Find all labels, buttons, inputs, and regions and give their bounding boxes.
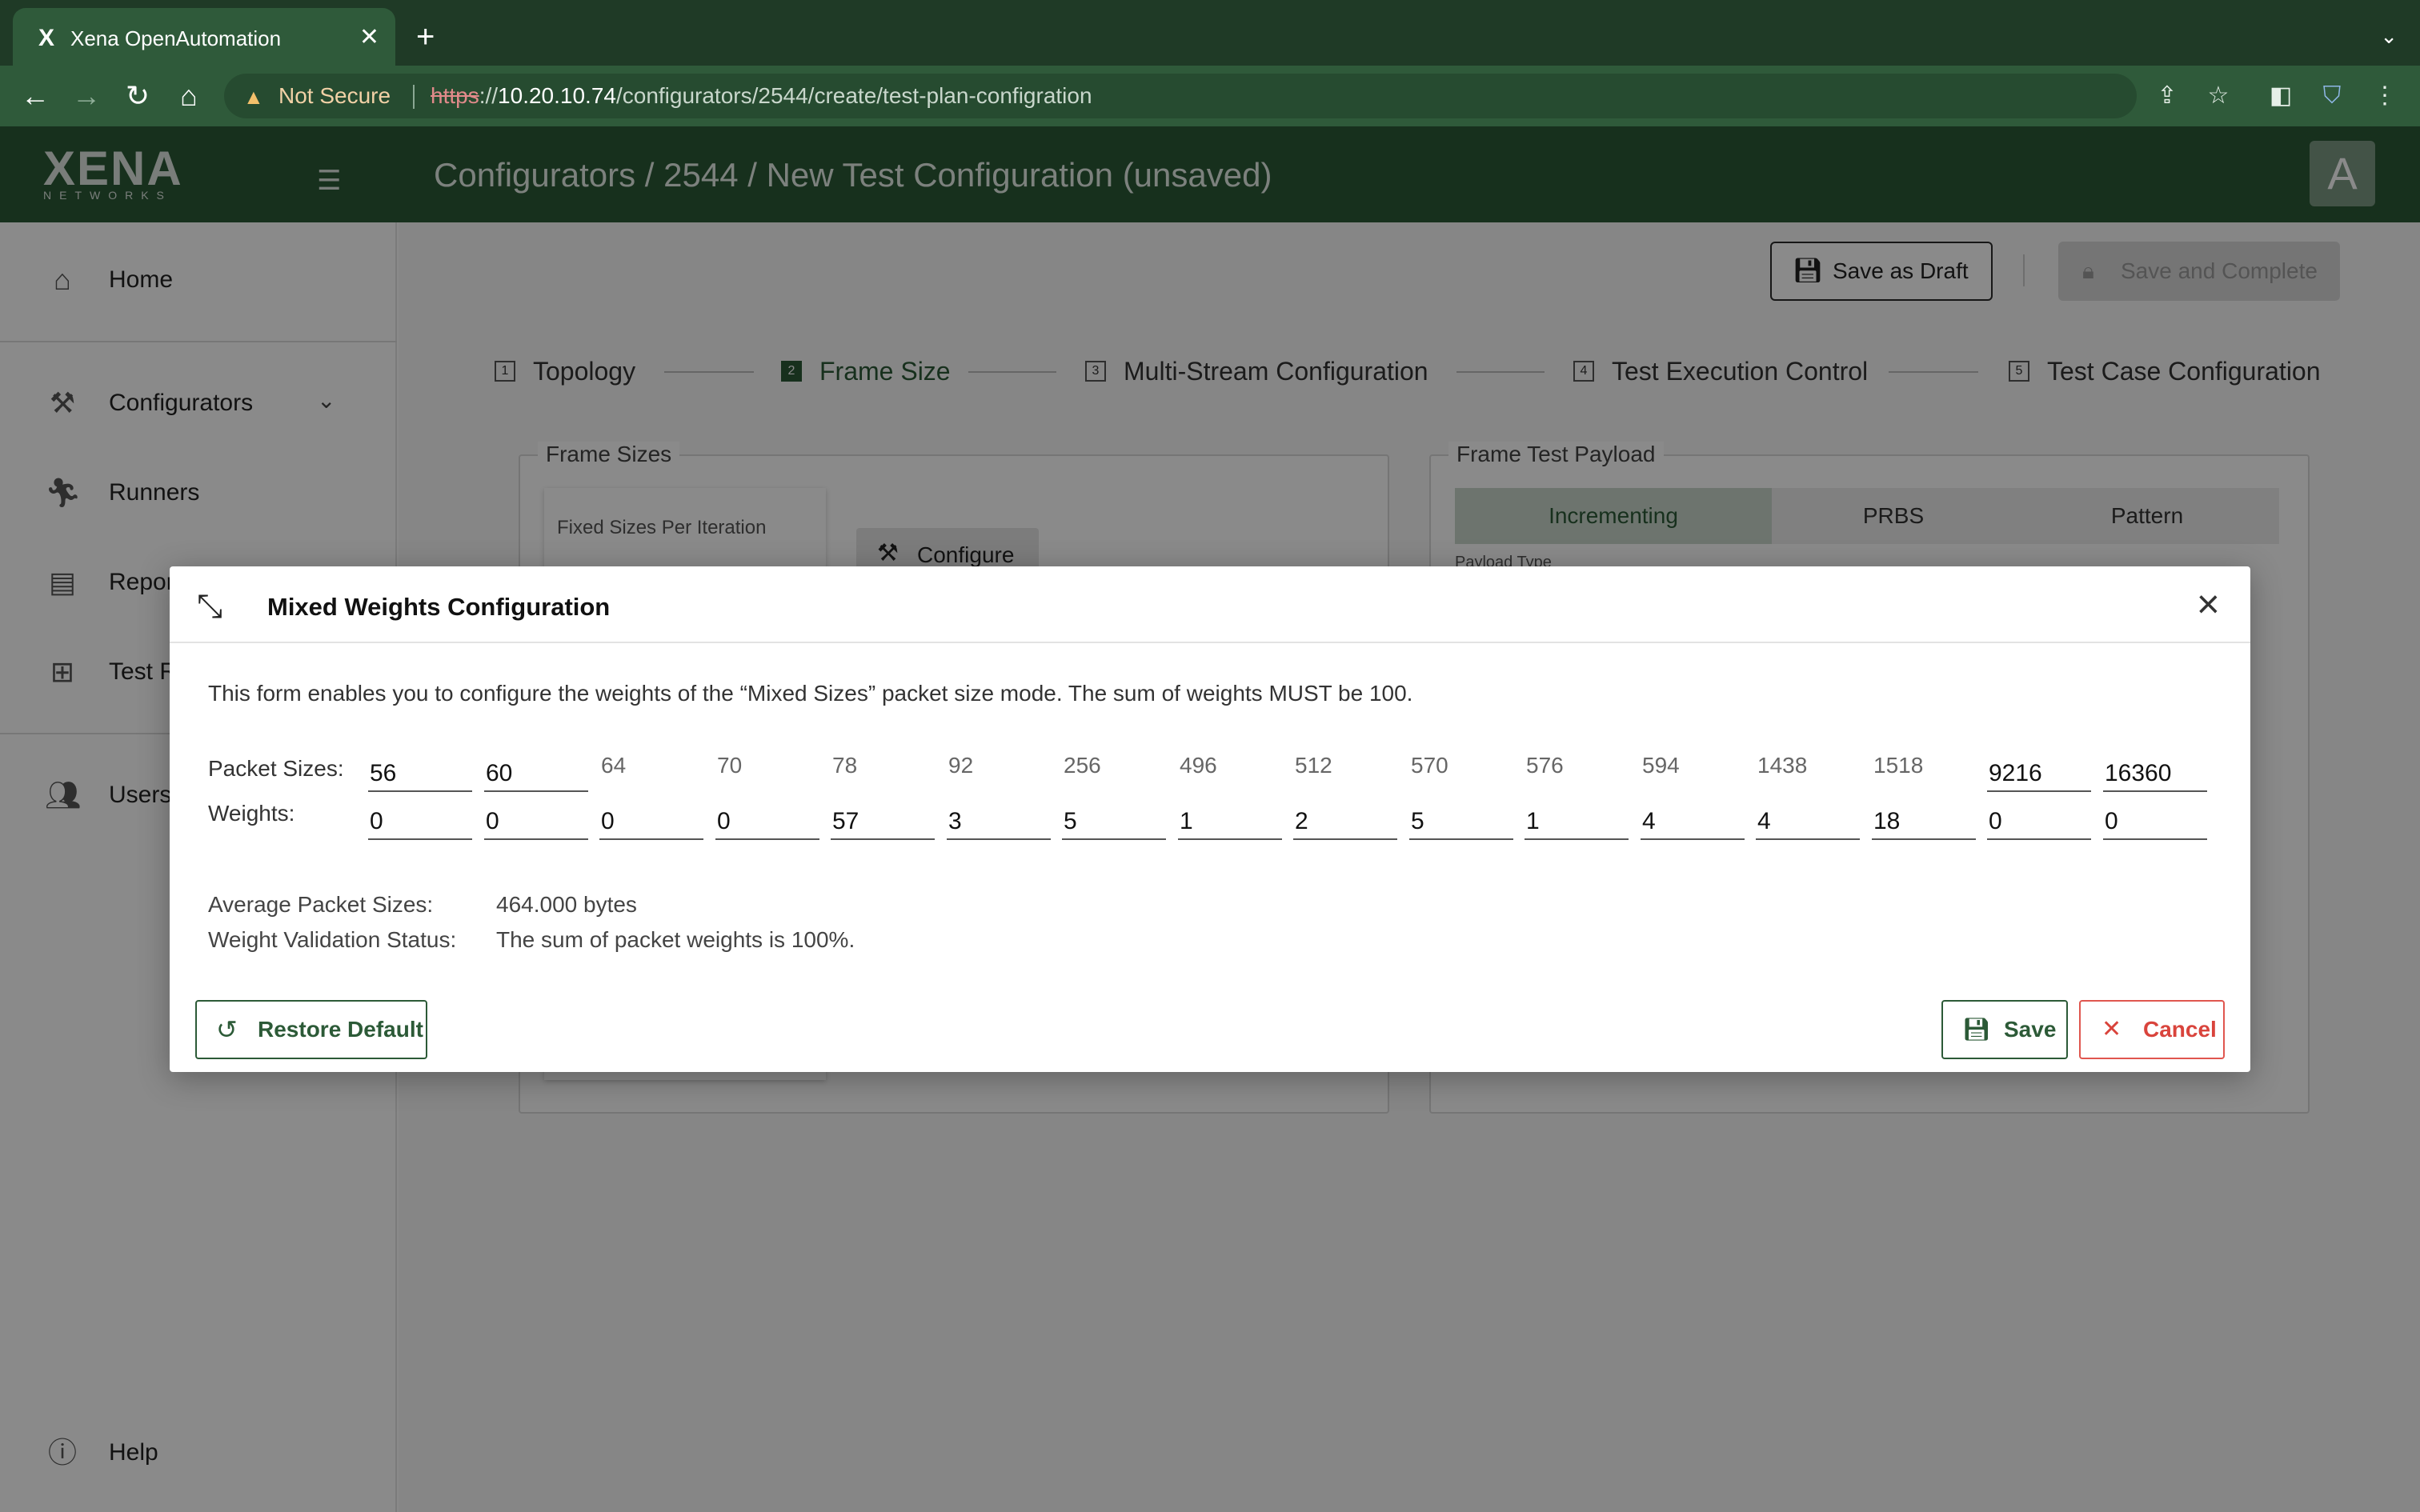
- floppy-disk-icon: 💾︎: [1962, 1017, 1991, 1042]
- save-label: Save: [2004, 1017, 2057, 1042]
- dialog-description: This form enables you to configure the w…: [208, 681, 1413, 706]
- weight-input[interactable]: [1987, 805, 2091, 840]
- url-path: /configurators/2544/create/test-plan-con…: [615, 83, 1092, 108]
- close-icon: ✕: [2101, 1016, 2122, 1042]
- dialog-title: Mixed Weights Configuration: [267, 593, 611, 621]
- restore-default-button[interactable]: ↺ Restore Default: [195, 1000, 427, 1059]
- weight-input[interactable]: [1178, 805, 1282, 840]
- packet-size-value: 512: [1295, 753, 1332, 778]
- restore-icon: ↺: [216, 1015, 238, 1044]
- tab-list-chevron-icon[interactable]: ⌄: [2380, 24, 2398, 49]
- packet-size-value: 92: [948, 753, 974, 778]
- url-scheme: https: [431, 83, 479, 108]
- mixed-weights-dialog: ⤡ Mixed Weights Configuration × This for…: [170, 566, 2250, 1072]
- side-panel-icon[interactable]: ◧: [2265, 82, 2297, 110]
- address-separator: [413, 85, 415, 109]
- weight-input[interactable]: [1756, 805, 1860, 840]
- tab-close-icon[interactable]: ✕: [359, 24, 379, 51]
- packet-size-value: 1438: [1757, 753, 1808, 778]
- packet-size-value: 1518: [1873, 753, 1924, 778]
- browser-tab[interactable]: X Xena OpenAutomation ✕: [13, 8, 395, 66]
- save-button[interactable]: 💾︎ Save: [1941, 1000, 2068, 1059]
- url-scheme-separator: ://: [479, 83, 499, 108]
- packet-size-value: 64: [601, 753, 627, 778]
- packet-size-input[interactable]: [484, 757, 588, 792]
- packet-size-value: 78: [832, 753, 858, 778]
- dialog-header-divider: [170, 642, 2250, 643]
- forward-icon[interactable]: →: [70, 80, 102, 112]
- url-text[interactable]: https://10.20.10.74/configurators/2544/c…: [431, 83, 1092, 109]
- cancel-label: Cancel: [2143, 1017, 2217, 1042]
- weight-input[interactable]: [484, 805, 588, 840]
- weight-input[interactable]: [947, 805, 1051, 840]
- cancel-button[interactable]: ✕ Cancel: [2079, 1000, 2225, 1059]
- resize-arrows-icon: ⤡: [197, 589, 222, 624]
- packet-sizes-label: Packet Sizes:: [208, 756, 344, 781]
- weight-input[interactable]: [368, 805, 472, 840]
- weight-input[interactable]: [1872, 805, 1976, 840]
- not-secure-label[interactable]: Not Secure: [278, 83, 391, 109]
- weight-input[interactable]: [715, 805, 819, 840]
- bookmark-star-icon[interactable]: ☆: [2202, 82, 2234, 110]
- packet-size-value: 576: [1526, 753, 1564, 778]
- xena-favicon-icon: X: [38, 25, 54, 51]
- packet-size-value: 570: [1411, 753, 1448, 778]
- weight-input[interactable]: [831, 805, 935, 840]
- weight-input[interactable]: [1409, 805, 1513, 840]
- share-icon[interactable]: ⇪: [2151, 82, 2183, 110]
- packet-size-value: 594: [1642, 753, 1680, 778]
- address-bar[interactable]: ▲ Not Secure https://10.20.10.74/configu…: [224, 74, 2137, 118]
- weight-input[interactable]: [1641, 805, 1745, 840]
- avg-packet-size-label: Average Packet Sizes:: [208, 892, 434, 917]
- reload-icon[interactable]: ↻: [122, 80, 154, 112]
- weights-label: Weights:: [208, 801, 295, 826]
- back-icon[interactable]: ←: [19, 80, 51, 112]
- browser-toolbar: ← → ↻ ⌂ ▲ Not Secure https://10.20.10.74…: [0, 66, 2420, 126]
- weight-input[interactable]: [599, 805, 703, 840]
- restore-default-label: Restore Default: [258, 1017, 423, 1042]
- browser-tab-title: Xena OpenAutomation: [70, 26, 282, 50]
- warning-icon: ▲: [243, 85, 264, 109]
- close-icon[interactable]: ×: [2197, 584, 2220, 624]
- url-host: 10.20.10.74: [498, 83, 616, 108]
- weight-validation-value: The sum of packet weights is 100%.: [496, 927, 855, 952]
- packet-size-input[interactable]: [368, 757, 472, 792]
- packet-size-value: 496: [1180, 753, 1217, 778]
- extension-shield-icon[interactable]: ⛉: [2316, 82, 2348, 110]
- weight-validation-label: Weight Validation Status:: [208, 927, 457, 952]
- packet-size-input[interactable]: [1987, 757, 2091, 792]
- packet-size-value: 256: [1064, 753, 1101, 778]
- weight-input[interactable]: [1293, 805, 1397, 840]
- browser-menu-icon[interactable]: ⋮: [2369, 82, 2401, 110]
- avg-packet-size-value: 464.000 bytes: [496, 892, 637, 917]
- weight-input[interactable]: [1525, 805, 1629, 840]
- weight-input[interactable]: [1062, 805, 1166, 840]
- home-icon[interactable]: ⌂: [173, 80, 205, 112]
- weight-input[interactable]: [2103, 805, 2207, 840]
- packet-size-value: 70: [717, 753, 743, 778]
- new-tab-icon[interactable]: +: [416, 21, 435, 53]
- browser-tab-bar: X Xena OpenAutomation ✕ + ⌄: [0, 0, 2420, 66]
- packet-size-input[interactable]: [2103, 757, 2207, 792]
